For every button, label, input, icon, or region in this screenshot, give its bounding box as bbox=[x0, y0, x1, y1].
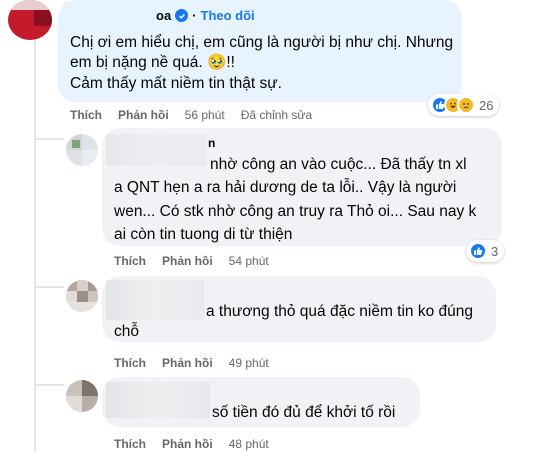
reply-actions: Thích Phản hồi 54 phút bbox=[114, 254, 285, 268]
reaction-count: 3 bbox=[491, 243, 499, 259]
reaction-summary[interactable]: 26 bbox=[428, 94, 500, 116]
blurred-reply-author bbox=[106, 382, 210, 418]
blurred-reply-author bbox=[106, 134, 206, 166]
reply-button[interactable]: Phản hồi bbox=[162, 437, 213, 451]
avatar[interactable] bbox=[66, 134, 98, 166]
comment-line: Cảm thấy mất niềm tin thật sự. bbox=[70, 75, 282, 92]
like-button[interactable]: Thích bbox=[114, 254, 146, 268]
blurred-reply-author bbox=[106, 280, 204, 320]
thread-line-branch bbox=[34, 384, 64, 386]
avatar[interactable] bbox=[66, 280, 98, 312]
timestamp[interactable]: 48 phút bbox=[229, 437, 269, 451]
edited-label[interactable]: Đã chỉnh sửa bbox=[241, 108, 312, 122]
reply-actions: Thích Phản hồi 48 phút bbox=[114, 437, 285, 451]
reply-line: wen... Có stk nhờ công an truy ra Thỏ oi… bbox=[114, 203, 477, 220]
reply-button[interactable]: Phản hồi bbox=[162, 356, 213, 370]
comment-line: Chị ơi em hiểu chị, em cũng là người bị … bbox=[70, 34, 454, 51]
like-button[interactable]: Thích bbox=[70, 108, 102, 122]
reaction-summary[interactable]: 3 bbox=[466, 240, 505, 262]
reaction-count: 26 bbox=[479, 97, 494, 113]
timestamp[interactable]: 54 phút bbox=[229, 254, 269, 268]
comment-line: em bị nặng nề quá. 🥹!! bbox=[70, 54, 235, 71]
thread-line-main bbox=[34, 40, 36, 452]
author-name[interactable]: n bbox=[208, 136, 215, 150]
like-reaction-icon bbox=[469, 242, 487, 260]
reply-line: số tiền đó đủ để khởi tố rồi bbox=[212, 404, 396, 421]
timestamp[interactable]: 49 phút bbox=[229, 356, 269, 370]
timestamp[interactable]: 56 phút bbox=[185, 108, 225, 122]
follow-button[interactable]: Theo dõi bbox=[201, 8, 255, 23]
thread-line-branch bbox=[34, 286, 64, 288]
reply-line: a QNT hẹn a ra hải dương de ta lỗi.. Vậy… bbox=[114, 179, 457, 196]
reply-line: chỗ bbox=[114, 323, 139, 340]
comment-actions: Thích Phản hồi 56 phút Đã chỉnh sửa bbox=[70, 108, 328, 122]
reply-line: a thương thỏ quá đặc niềm tin ko đúng bbox=[206, 303, 473, 320]
author-name[interactable]: oa bbox=[156, 8, 171, 23]
reply-actions: Thích Phản hồi 49 phút bbox=[114, 356, 285, 370]
verified-badge-icon bbox=[175, 9, 189, 22]
comment-header: oa · Theo dõi bbox=[156, 8, 255, 23]
avatar[interactable] bbox=[8, 0, 52, 40]
like-button[interactable]: Thích bbox=[114, 356, 146, 370]
reply-button[interactable]: Phản hồi bbox=[118, 108, 169, 122]
reply-line: ai còn tin tuong di từ thiện bbox=[114, 226, 293, 243]
avatar[interactable] bbox=[66, 380, 98, 412]
reply-line: nhờ công an vào cuộc... Đã thấy tn xl bbox=[210, 156, 467, 173]
reply-button[interactable]: Phản hồi bbox=[162, 254, 213, 268]
like-button[interactable]: Thích bbox=[114, 437, 146, 451]
sad-reaction-icon bbox=[457, 96, 475, 114]
reply-author: n bbox=[208, 136, 215, 150]
thread-line-branch bbox=[34, 138, 64, 140]
